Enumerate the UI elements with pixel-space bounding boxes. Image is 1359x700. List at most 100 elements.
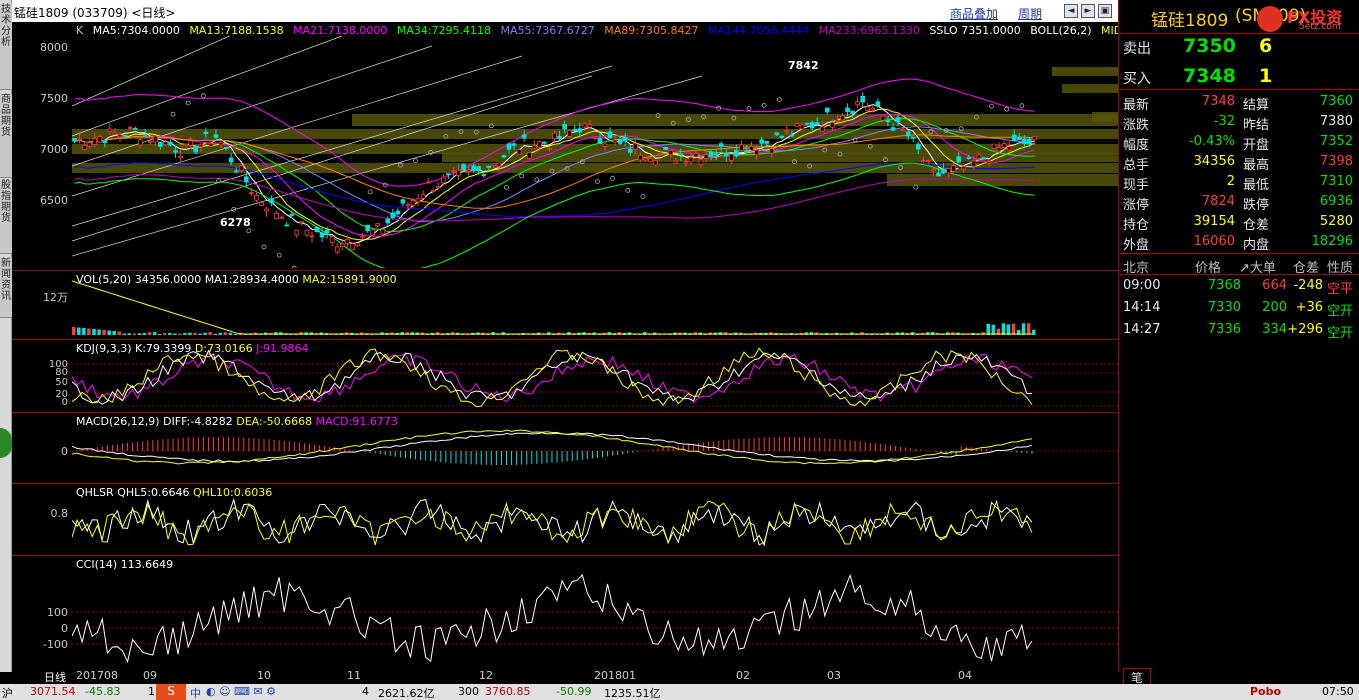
volume-bar bbox=[208, 332, 212, 335]
macd-panel[interactable]: MACD(26,12,9) DIFF:-4.8282 DEA:-50.6668 … bbox=[12, 412, 1118, 483]
clock: 07:50 bbox=[1322, 685, 1354, 698]
volume-bar bbox=[218, 332, 223, 335]
candle-body bbox=[627, 148, 633, 153]
floating-assistant-icon[interactable] bbox=[0, 428, 12, 458]
candle-body bbox=[789, 134, 795, 137]
candle-body bbox=[673, 160, 679, 164]
y-tick: 0 bbox=[61, 397, 68, 408]
tab-technical-analysis[interactable]: 技术分析 bbox=[0, 4, 12, 90]
kdj-panel[interactable]: KDJ(9,3,3) K:79.3399 D:73.0166 J:91.9864… bbox=[12, 339, 1118, 412]
volume-bar bbox=[233, 333, 238, 335]
date-tick: 10 bbox=[257, 669, 271, 682]
cci-panel[interactable]: CCI(14) 113.6649 100 0 -100 bbox=[12, 555, 1118, 668]
cci-chart[interactable] bbox=[72, 558, 1118, 668]
volume-chart[interactable] bbox=[72, 273, 1118, 339]
volume-bar bbox=[152, 332, 157, 335]
candle-body bbox=[729, 153, 734, 161]
tick-col-time: 北京 bbox=[1123, 261, 1150, 276]
candle-body bbox=[531, 145, 537, 149]
tick-row: 14:14 7330 200 +36 空开 bbox=[1119, 298, 1359, 319]
volume-bar bbox=[183, 333, 187, 335]
kdj-chart[interactable] bbox=[72, 342, 1118, 412]
candle-body bbox=[951, 165, 956, 172]
candle-body bbox=[587, 124, 593, 128]
stat-value: 7310 bbox=[1319, 174, 1353, 189]
volume-profile-bar bbox=[1052, 67, 1118, 76]
commodity-overlay-link[interactable]: 商品叠加 bbox=[950, 5, 998, 22]
candle-body bbox=[147, 140, 153, 143]
stat-label: 开盘 bbox=[1243, 138, 1270, 153]
stat-value: -0.43% bbox=[1189, 134, 1235, 149]
candle-body bbox=[319, 232, 325, 238]
prev-arrow-icon[interactable]: ◄ bbox=[1064, 4, 1078, 18]
candle-body bbox=[607, 131, 613, 139]
candle-body bbox=[703, 154, 709, 159]
candle-body bbox=[860, 95, 866, 103]
candle-body bbox=[127, 126, 133, 129]
qhlsr-chart[interactable] bbox=[72, 486, 1118, 555]
stat-value: 18296 bbox=[1311, 234, 1353, 249]
tab-index-futures[interactable]: 股指期货 bbox=[0, 180, 12, 254]
candle-body bbox=[1032, 136, 1037, 141]
candle-body bbox=[274, 212, 279, 220]
candle-body bbox=[355, 242, 360, 246]
ime-lang[interactable]: 中 bbox=[190, 685, 201, 700]
left-side-tabs: 技术分析 商品期货 股指期货 新闻资讯 bbox=[0, 0, 12, 672]
volume-bar bbox=[193, 332, 197, 335]
period-label[interactable]: 日线 bbox=[44, 669, 66, 685]
candle-body bbox=[122, 134, 128, 137]
tick-col-volume: ↗大单 bbox=[1239, 261, 1276, 276]
sar-dot bbox=[504, 184, 509, 190]
period-link[interactable]: 周期 bbox=[1018, 5, 1042, 22]
quote-header: 锰硅1809 (SM809) FX投资 5etz.com bbox=[1119, 0, 1359, 34]
candle-body bbox=[1027, 138, 1032, 145]
candle-body bbox=[112, 132, 118, 135]
date-tick: 09 bbox=[143, 669, 157, 682]
bid-label: 买入 bbox=[1123, 71, 1151, 87]
candle-body bbox=[501, 155, 507, 158]
macd-chart[interactable] bbox=[72, 415, 1118, 483]
kline-panel[interactable]: K MA5:7304.0000 MA13:7188.1538 MA21:7138… bbox=[12, 22, 1154, 270]
volume-bar bbox=[173, 333, 177, 335]
candle-body bbox=[223, 147, 229, 149]
kline-chart[interactable] bbox=[72, 36, 1118, 268]
date-tick: 11 bbox=[347, 669, 361, 682]
candle-body bbox=[441, 176, 446, 184]
tick-header: 北京 价格 ↗大单 仓差 性质 bbox=[1119, 255, 1359, 276]
candle-body bbox=[905, 131, 911, 137]
tick-time: 09:00 bbox=[1123, 278, 1161, 293]
tab-ticks[interactable]: 笔 bbox=[1123, 668, 1151, 685]
candle-body bbox=[446, 173, 451, 176]
ime-toolbar-icons[interactable]: ◐ ☺ ⌨ ✉ ⚙ bbox=[206, 685, 276, 698]
volume-panel[interactable]: VOL(5,20) 34356.0000 MA1:28934.4000 MA2:… bbox=[12, 270, 1118, 339]
candle-body bbox=[405, 204, 411, 207]
tick-time: 14:27 bbox=[1123, 322, 1161, 337]
y-tick: 100 bbox=[47, 606, 68, 619]
volume-bar bbox=[1026, 323, 1031, 335]
candle-body bbox=[562, 124, 567, 130]
stat-label: 内盘 bbox=[1243, 238, 1270, 253]
expand-icon[interactable]: ▣ bbox=[1098, 4, 1112, 18]
candle-body bbox=[420, 194, 426, 199]
tab-news[interactable]: 新闻资讯 bbox=[0, 258, 12, 318]
candle-body bbox=[1001, 143, 1007, 148]
volume-bar bbox=[228, 332, 233, 335]
y-tick: 7000 bbox=[40, 143, 68, 156]
candle-body bbox=[117, 134, 123, 138]
tick-col-price: 价格 bbox=[1195, 261, 1222, 276]
volume-bar bbox=[97, 329, 101, 335]
candle-body bbox=[132, 127, 138, 130]
qhlsr-panel[interactable]: QHLSR QHL5:0.6646 QHL10:0.6036 0.8 bbox=[12, 483, 1118, 555]
sar-dot bbox=[185, 100, 191, 106]
quote-stat-row: 涨跌 -32 昨结 7380 bbox=[1119, 112, 1359, 133]
volume-bar bbox=[142, 332, 147, 335]
candle-body bbox=[168, 142, 173, 146]
tab-commodity-futures[interactable]: 商品期货 bbox=[0, 94, 12, 178]
tick-nature: 空开 bbox=[1327, 326, 1354, 341]
input-method-icon[interactable]: S bbox=[156, 684, 186, 700]
y-tick: 0 bbox=[61, 622, 68, 635]
chart-area[interactable]: K MA5:7304.0000 MA13:7188.1538 MA21:7138… bbox=[12, 22, 1154, 672]
sar-dot bbox=[200, 93, 206, 99]
tick-list: 09:00 7368 664 -248 空平 14:14 7330 200 +36 空开 14:27… bbox=[1119, 276, 1359, 356]
next-arrow-icon[interactable]: ► bbox=[1081, 4, 1095, 18]
